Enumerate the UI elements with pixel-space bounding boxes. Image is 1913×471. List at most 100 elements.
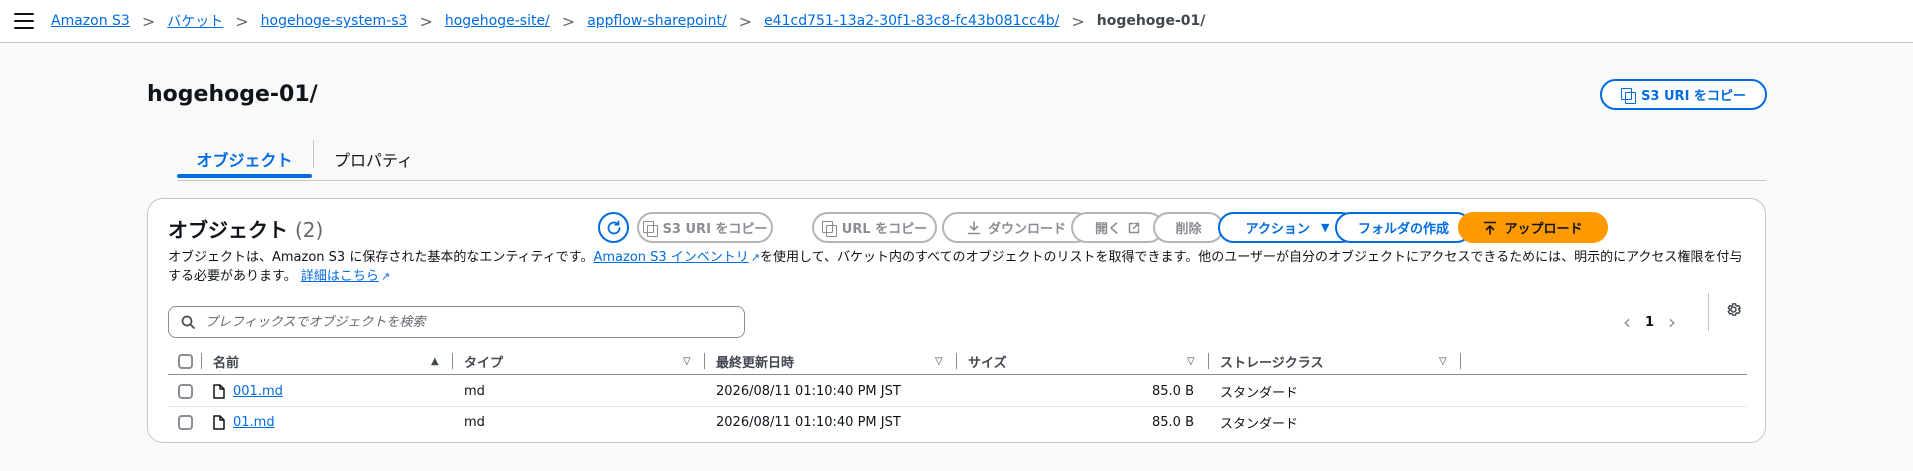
column-header-name[interactable]: 名前 [213, 347, 239, 375]
description-text-1: オブジェクトは、Amazon S3 に保存された基本的なエンティティです。 [168, 250, 594, 265]
inventory-link[interactable]: Amazon S3 インベントリ ↗ [593, 250, 760, 265]
breadcrumb-amazon-s3[interactable]: Amazon S3 [51, 13, 130, 29]
copy-s3-uri-header-button[interactable]: S3 URI をコピー [1600, 79, 1767, 110]
table-row[interactable]: 01.md md 2026/08/11 01:10:40 PM JST 85.0… [168, 407, 1747, 438]
active-tab-indicator [177, 174, 312, 178]
file-icon [213, 384, 225, 399]
download-label: ダウンロード [987, 222, 1066, 237]
caret-down-icon: ▼ [1320, 221, 1330, 234]
file-name-link[interactable]: 001.md [233, 384, 283, 399]
storage-class-cell: スタンダード [1220, 417, 1299, 432]
file-name-link[interactable]: 01.md [233, 415, 275, 430]
copy-url-button[interactable]: URL をコピー [812, 212, 937, 243]
breadcrumb-buckets[interactable]: バケット [167, 11, 223, 31]
tab-divider [313, 140, 314, 168]
refresh-button[interactable] [598, 212, 629, 243]
tab-objects-label: オブジェクト [196, 151, 293, 170]
tab-properties[interactable]: プロパティ [334, 140, 413, 178]
sort-icon[interactable]: ▽ [1439, 356, 1447, 367]
breadcrumb-current: hogehoge-01/ [1096, 13, 1206, 29]
delete-label: 削除 [1175, 222, 1202, 237]
breadcrumb-folder-site[interactable]: hogehoge-site/ [445, 13, 550, 29]
settings-icon[interactable] [1725, 301, 1742, 318]
chevron-right-icon: > [561, 11, 576, 31]
modified-cell: 2026/08/11 01:10:40 PM JST [716, 415, 901, 430]
chevron-left-icon[interactable]: ‹ [1623, 310, 1631, 334]
copy-icon [642, 220, 658, 237]
column-header-size[interactable]: サイズ [968, 347, 1007, 375]
sort-icon[interactable]: ▽ [683, 356, 691, 367]
modified-cell: 2026/08/11 01:10:40 PM JST [716, 384, 901, 399]
column-header-size-label: サイズ [968, 355, 1007, 371]
chevron-right-icon: > [235, 11, 249, 31]
breadcrumb-bucket[interactable]: hogehoge-system-s3 [261, 13, 408, 29]
row-checkbox[interactable] [178, 415, 193, 430]
tabs-bottom-line [177, 180, 1766, 181]
breadcrumb-folder-appflow[interactable]: appflow-sharepoint/ [587, 13, 726, 29]
tab-bar: オブジェクト プロパティ [177, 140, 1766, 182]
external-link-icon: ↗ [750, 251, 761, 264]
download-button[interactable]: ダウンロード [942, 212, 1091, 243]
sort-icon[interactable]: ▽ [1187, 356, 1195, 367]
column-header-name-label: 名前 [213, 355, 240, 371]
page-number[interactable]: 1 [1645, 315, 1654, 330]
search-input[interactable] [205, 312, 725, 332]
tab-properties-label: プロパティ [334, 151, 414, 170]
actions-label: アクション [1245, 222, 1310, 237]
breadcrumb: Amazon S3 > バケット > hogehoge-system-s3 > … [51, 11, 1205, 31]
column-divider [704, 353, 705, 369]
copy-url-label: URL をコピー [841, 222, 928, 237]
objects-description: オブジェクトは、Amazon S3 に保存された基本的なエンティティです。Ama… [168, 248, 1743, 286]
column-divider [1460, 353, 1461, 369]
breadcrumb-folder-id[interactable]: e41cd751-13a2-30f1-83c8-fc43b081cc4b/ [764, 13, 1059, 29]
open-button[interactable]: 開く [1071, 212, 1164, 243]
column-header-storage-class[interactable]: ストレージクラス [1220, 347, 1323, 375]
refresh-icon [607, 220, 620, 234]
settings-divider [1708, 293, 1709, 331]
chevron-right-icon: > [141, 11, 156, 31]
objects-header: オブジェクト (2) [168, 214, 323, 243]
copy-s3-uri-button[interactable]: S3 URI をコピー [637, 212, 773, 243]
page-title: hogehoge-01/ [147, 82, 318, 107]
file-icon [213, 415, 225, 430]
search-icon [181, 315, 195, 329]
upload-icon [1484, 221, 1497, 235]
objects-count: (2) [294, 218, 324, 242]
delete-button[interactable]: 削除 [1153, 212, 1224, 243]
chevron-right-icon[interactable]: › [1668, 310, 1676, 334]
select-all-checkbox[interactable] [178, 354, 193, 369]
name-cell: 001.md [213, 376, 283, 407]
row-checkbox[interactable] [178, 384, 193, 399]
column-header-storage-class-label: ストレージクラス [1220, 355, 1324, 371]
learn-more-label: 詳細はこちら [300, 269, 379, 284]
sort-ascending-icon[interactable]: ▲ [431, 356, 439, 367]
create-folder-button[interactable]: フォルダの作成 [1335, 212, 1472, 243]
top-navigation-bar: Amazon S3 > バケット > hogehoge-system-s3 > … [0, 0, 1913, 43]
column-divider [956, 353, 957, 369]
size-cell: 85.0 B [1152, 415, 1194, 430]
search-box [168, 306, 745, 338]
download-icon [967, 220, 981, 234]
chevron-right-icon: > [419, 11, 433, 31]
upload-label: アップロード [1504, 222, 1583, 237]
storage-class-cell: スタンダード [1220, 386, 1299, 401]
column-divider [201, 353, 202, 369]
external-link-icon: ↗ [380, 270, 391, 283]
menu-icon[interactable] [14, 13, 34, 29]
column-header-modified-label: 最終更新日時 [716, 355, 795, 371]
inventory-link-label: Amazon S3 インベントリ [593, 250, 749, 265]
chevron-right-icon: > [1071, 11, 1085, 31]
column-header-modified[interactable]: 最終更新日時 [716, 347, 794, 375]
table-row[interactable]: 001.md md 2026/08/11 01:10:40 PM JST 85.… [168, 376, 1747, 407]
tab-objects[interactable]: オブジェクト [177, 140, 312, 178]
upload-button[interactable]: アップロード [1458, 212, 1608, 243]
column-header-type[interactable]: タイプ [464, 347, 503, 375]
learn-more-link[interactable]: 詳細はこちら ↗ [301, 269, 390, 284]
sort-icon[interactable]: ▽ [935, 356, 943, 367]
objects-container: オブジェクト (2) S3 URI をコピー URL をコピー ダウンロード 開… [147, 198, 1766, 443]
copy-s3-uri-label: S3 URI をコピー [662, 222, 768, 237]
pagination: ‹ 1 › [1623, 307, 1676, 337]
column-divider [452, 353, 453, 369]
copy-icon [1621, 87, 1637, 104]
create-folder-label: フォルダの作成 [1357, 222, 1449, 237]
